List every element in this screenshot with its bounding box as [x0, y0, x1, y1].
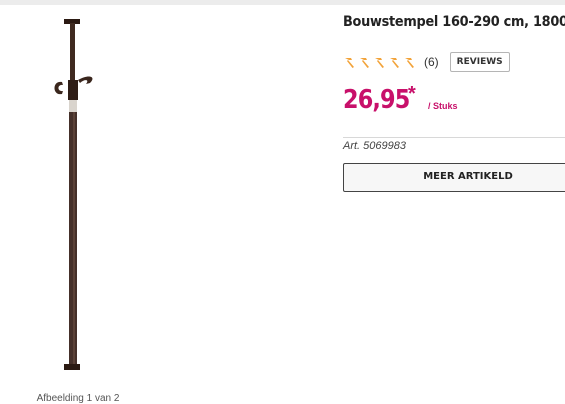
- price-unit: / Stuks: [428, 101, 458, 111]
- price-row: 26,95 * / Stuks: [343, 83, 565, 125]
- hammer-icon: [375, 58, 384, 68]
- divider: [343, 137, 565, 138]
- product-title: Bouwstempel 160-290 cm, 1800 kg: [343, 14, 565, 30]
- more-articles-button[interactable]: MEER ARTIKELD: [343, 163, 565, 192]
- more-articles-label: MEER ARTIKELD: [423, 171, 513, 182]
- rating-count[interactable]: (6): [424, 55, 439, 69]
- hammer-icon: [360, 58, 369, 68]
- price: 26,95: [343, 85, 410, 115]
- product-details: Bouwstempel 160-290 cm, 1800 kg (6) REVI…: [343, 14, 565, 192]
- rating-hammers[interactable]: [343, 56, 416, 68]
- product-image[interactable]: Afbeelding 1 van 2: [0, 8, 160, 404]
- reviews-button[interactable]: REVIEWS: [449, 52, 510, 72]
- hammer-icon: [405, 58, 414, 68]
- image-caption: Afbeelding 1 van 2: [36, 393, 120, 404]
- hammer-icon: [390, 58, 399, 68]
- hammer-icon: [345, 58, 354, 68]
- top-bar: [0, 0, 565, 5]
- rating-row: (6) REVIEWS: [343, 51, 510, 73]
- article-number: Art. 5069983: [343, 140, 406, 152]
- adjustable-prop-image: [54, 19, 93, 370]
- price-marker: *: [408, 83, 416, 105]
